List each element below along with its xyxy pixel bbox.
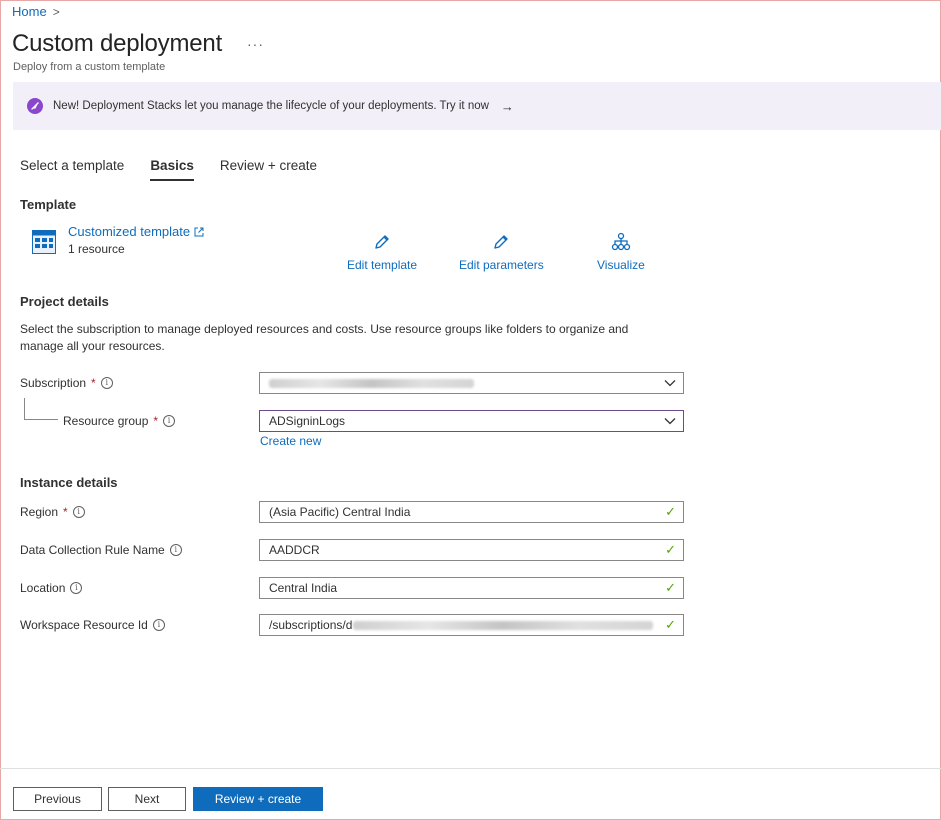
info-icon[interactable]: i: [70, 582, 83, 594]
page-subtitle: Deploy from a custom template: [13, 61, 166, 73]
workspace-resource-id-value: /subscriptions/d: [269, 618, 353, 632]
resource-group-label-text: Resource group: [63, 414, 149, 428]
edit-parameters-label: Edit parameters: [459, 258, 544, 272]
pencil-icon: [375, 235, 389, 249]
chevron-down-icon: [664, 418, 676, 425]
footer-divider: [0, 768, 941, 769]
info-icon[interactable]: i: [169, 544, 182, 556]
workspace-resource-id-label-text: Workspace Resource Id: [20, 618, 148, 632]
checkmark-icon: ✓: [665, 542, 676, 557]
required-asterisk: *: [63, 505, 68, 519]
dcr-name-input[interactable]: AADDCR ✓: [259, 539, 684, 561]
external-link-icon: [194, 227, 204, 236]
checkmark-icon: ✓: [665, 617, 676, 632]
required-asterisk: *: [91, 376, 96, 390]
dcr-name-label-text: Data Collection Rule Name: [20, 543, 165, 557]
hierarchy-icon: [611, 232, 631, 251]
chevron-right-icon: >: [52, 4, 60, 19]
workspace-resource-id-label: Workspace Resource Id i: [20, 618, 165, 632]
tab-select-a-template[interactable]: Select a template: [20, 158, 124, 181]
breadcrumb-home-link[interactable]: Home: [12, 4, 47, 19]
subscription-label: Subscription * i: [20, 376, 113, 390]
workspace-id-redacted: [353, 620, 654, 630]
location-value: Central India: [269, 581, 338, 595]
info-icon[interactable]: i: [100, 377, 113, 389]
subscription-select[interactable]: [259, 372, 684, 394]
wizard-tabs: Select a template Basics Review + create: [20, 158, 317, 181]
breadcrumb: Home >: [12, 4, 60, 19]
checkmark-icon: ✓: [665, 504, 676, 519]
previous-button[interactable]: Previous: [13, 787, 102, 811]
subscription-label-text: Subscription: [20, 376, 87, 390]
dcr-name-value: AADDCR: [269, 543, 320, 557]
banner-text: New! Deployment Stacks let you manage th…: [53, 100, 489, 112]
info-icon[interactable]: i: [152, 619, 165, 631]
location-label: Location i: [20, 581, 83, 595]
template-resource-count: 1 resource: [68, 242, 125, 256]
template-grid-icon: [32, 230, 56, 254]
next-button[interactable]: Next: [108, 787, 186, 811]
instance-details-heading: Instance details: [20, 475, 118, 490]
customized-template-label: Customized template: [68, 224, 191, 239]
deployment-stacks-banner[interactable]: New! Deployment Stacks let you manage th…: [13, 82, 941, 130]
rocket-icon: [27, 98, 43, 114]
edit-template-button[interactable]: Edit template: [347, 232, 417, 272]
project-details-description: Select the subscription to manage deploy…: [20, 322, 629, 353]
template-heading: Template: [20, 197, 77, 212]
more-options-icon[interactable]: ···: [247, 36, 264, 52]
pencil-icon: [494, 235, 509, 249]
location-input[interactable]: Central India ✓: [259, 577, 684, 599]
required-asterisk: *: [153, 414, 159, 428]
visualize-label: Visualize: [597, 258, 645, 272]
tab-review-create[interactable]: Review + create: [220, 158, 317, 181]
region-value: (Asia Pacific) Central India: [269, 505, 411, 519]
info-icon[interactable]: i: [163, 415, 176, 427]
create-new-link[interactable]: Create new: [260, 434, 321, 448]
subscription-value-redacted: [269, 378, 474, 388]
location-label-text: Location: [20, 581, 66, 595]
edit-parameters-button[interactable]: Edit parameters: [459, 232, 544, 272]
info-icon[interactable]: i: [72, 506, 85, 518]
customized-template-link[interactable]: Customized template: [68, 224, 204, 239]
dcr-name-label: Data Collection Rule Name i: [20, 543, 182, 557]
region-label-text: Region: [20, 505, 59, 519]
edit-template-label: Edit template: [347, 258, 418, 272]
resource-group-select[interactable]: ADSigninLogs: [259, 410, 684, 432]
tab-basics[interactable]: Basics: [150, 158, 194, 181]
checkmark-icon: ✓: [665, 580, 676, 595]
project-details-heading: Project details: [20, 294, 109, 309]
region-label: Region * i: [20, 505, 85, 519]
review-create-button[interactable]: Review + create: [193, 787, 323, 811]
tree-connector: [24, 398, 58, 420]
resource-group-label: Resource group * i: [63, 414, 176, 428]
workspace-resource-id-input[interactable]: /subscriptions/d ✓: [259, 614, 684, 636]
arrow-right-icon[interactable]: →: [501, 99, 514, 114]
resource-group-value: ADSigninLogs: [269, 414, 346, 428]
visualize-button[interactable]: Visualize: [597, 232, 645, 272]
page-title: Custom deployment: [12, 30, 223, 57]
chevron-down-icon: [664, 380, 676, 387]
region-input[interactable]: (Asia Pacific) Central India ✓: [259, 501, 684, 523]
